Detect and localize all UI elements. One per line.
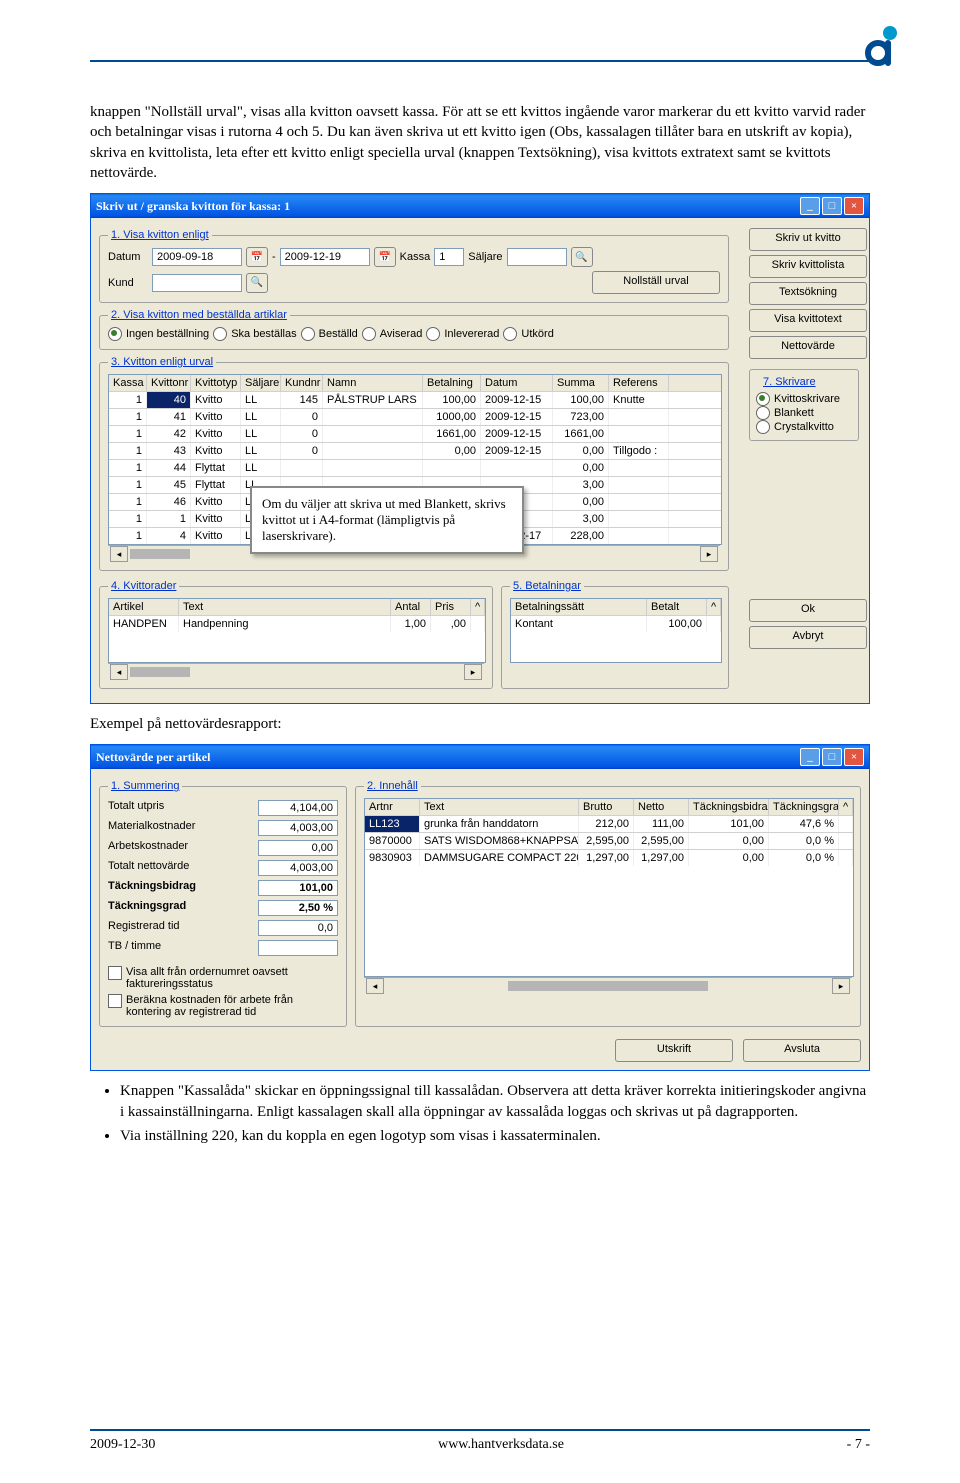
table-row[interactable]: LL123grunka från handdatorn212,00111,001… [365,815,853,832]
intro-paragraph: knappen "Nollställ urval", visas alla kv… [90,102,870,183]
kund-input[interactable] [152,274,242,292]
close-button[interactable]: × [844,748,864,766]
radio-kvittoskrivare[interactable] [756,392,770,406]
table-row[interactable]: 140KvittoLL145PÅLSTRUP LARS100,002009-12… [109,391,721,408]
kassa-input[interactable]: 1 [434,248,464,266]
group-bestallda-artiklar: 2. Visa kvitton med beställda artiklar I… [99,309,729,350]
window-title: Skriv ut / granska kvitton för kassa: 1 [96,199,290,214]
lookup-icon[interactable]: 🔍 [571,247,593,267]
date-picker-icon[interactable]: 📅 [374,247,396,267]
group-kvitton-enligt-urval: 3. Kvitton enligt urval Kassa Kvittonr K… [99,356,729,571]
innehall-table[interactable]: Artnr Text Brutto Netto Täckningsbidrag … [364,798,854,977]
table-row[interactable]: 143KvittoLL00,002009-12-150,00Tillgodo : [109,442,721,459]
window-title: Nettovärde per artikel [96,750,210,765]
date-picker-icon[interactable]: 📅 [246,247,268,267]
maximize-button[interactable]: □ [822,748,842,766]
date-to-input[interactable]: 2009-12-19 [280,248,370,266]
radio-ska[interactable] [213,327,227,341]
date-from-input[interactable]: 2009-09-18 [152,248,242,266]
table-row[interactable]: 9870000SATS WISDOM868+KNAPPSAT2,595,002,… [365,832,853,849]
textsokning-button[interactable]: Textsökning [749,282,867,305]
bullet-kassalada: Knappen "Kassalåda" skickar en öppningss… [120,1081,870,1122]
radio-crystalkvitto[interactable] [756,420,770,434]
footer-date: 2009-12-30 [90,1437,155,1453]
check-visa-allt[interactable] [108,966,122,980]
skriv-ut-kvitto-button[interactable]: Skriv ut kvitto [749,228,867,251]
window-nettovarde: Nettovärde per artikel _ □ × 1. Summerin… [90,744,870,1071]
footer-page: - 7 - [847,1437,870,1453]
footer-url: www.hantverksdata.se [438,1437,564,1453]
table-row[interactable]: 142KvittoLL01661,002009-12-151661,00 [109,425,721,442]
radio-bestalld[interactable] [301,327,315,341]
tooltip-callout: Om du väljer att skriva ut med Blankett,… [250,486,524,554]
avbryt-button[interactable]: Avbryt [749,626,867,649]
brand-logo [860,25,900,75]
ok-button[interactable]: Ok [749,599,867,622]
grid-scrollbar[interactable]: ◂▸ [108,663,484,680]
skriv-kvittolista-button[interactable]: Skriv kvittolista [749,255,867,278]
betalningar-table[interactable]: Betalningssätt Betalt ^ Kontant 100,00 [510,598,722,663]
group-kvittorader: 4. Kvittorader Artikel Text Antal Pris ^… [99,580,493,689]
minimize-button[interactable]: _ [800,748,820,766]
radio-inlevererad[interactable] [426,327,440,341]
page-footer: 2009-12-30 www.hantverksdata.se - 7 - [90,1429,870,1453]
utskrift-button[interactable]: Utskrift [615,1039,733,1062]
lookup-icon[interactable]: 🔍 [246,273,268,293]
radio-utkord[interactable] [503,327,517,341]
nollstall-urval-button[interactable]: Nollställ urval [592,271,720,294]
radio-blankett[interactable] [756,406,770,420]
visa-kvittotext-button[interactable]: Visa kvittotext [749,309,867,332]
group-innehall: 2. Innehåll Artnr Text Brutto Netto Täck… [355,780,861,1027]
kvittorader-table[interactable]: Artikel Text Antal Pris ^ HANDPEN Handpe… [108,598,486,663]
group-visa-kvitton-enligt: 1. Visa kvitton enligt Datum 2009-09-18 … [99,229,729,303]
header-rule [90,60,870,62]
nettovarde-button[interactable]: Nettovärde [749,336,867,359]
table-row[interactable]: 144FlyttatLL0,00 [109,459,721,476]
avsluta-button[interactable]: Avsluta [743,1039,861,1062]
bullet-installning-220: Via inställning 220, kan du koppla en eg… [120,1126,870,1146]
table-row[interactable]: 141KvittoLL01000,002009-12-15723,00 [109,408,721,425]
radio-aviserad[interactable] [362,327,376,341]
grid-scrollbar[interactable]: ◂▸ [364,977,852,994]
check-berakna[interactable] [108,994,122,1008]
window-skrivut-kvitton: Skriv ut / granska kvitton för kassa: 1 … [90,193,870,704]
minimize-button[interactable]: _ [800,197,820,215]
maximize-button[interactable]: □ [822,197,842,215]
group-betalningar: 5. Betalningar Betalningssätt Betalt ^ K… [501,580,729,689]
table-row[interactable]: 9830903DAMMSUGARE COMPACT 2201,297,001,2… [365,849,853,866]
radio-ingen[interactable] [108,327,122,341]
close-button[interactable]: × [844,197,864,215]
group-summering: 1. Summering Totalt utpris4,104,00Materi… [99,780,347,1027]
group-skrivare: 7. Skrivare Kvittoskrivare Blankett Crys… [749,369,859,441]
saljare-input[interactable] [507,248,567,266]
example-heading: Exempel på nettovärdesrapport: [90,714,870,734]
